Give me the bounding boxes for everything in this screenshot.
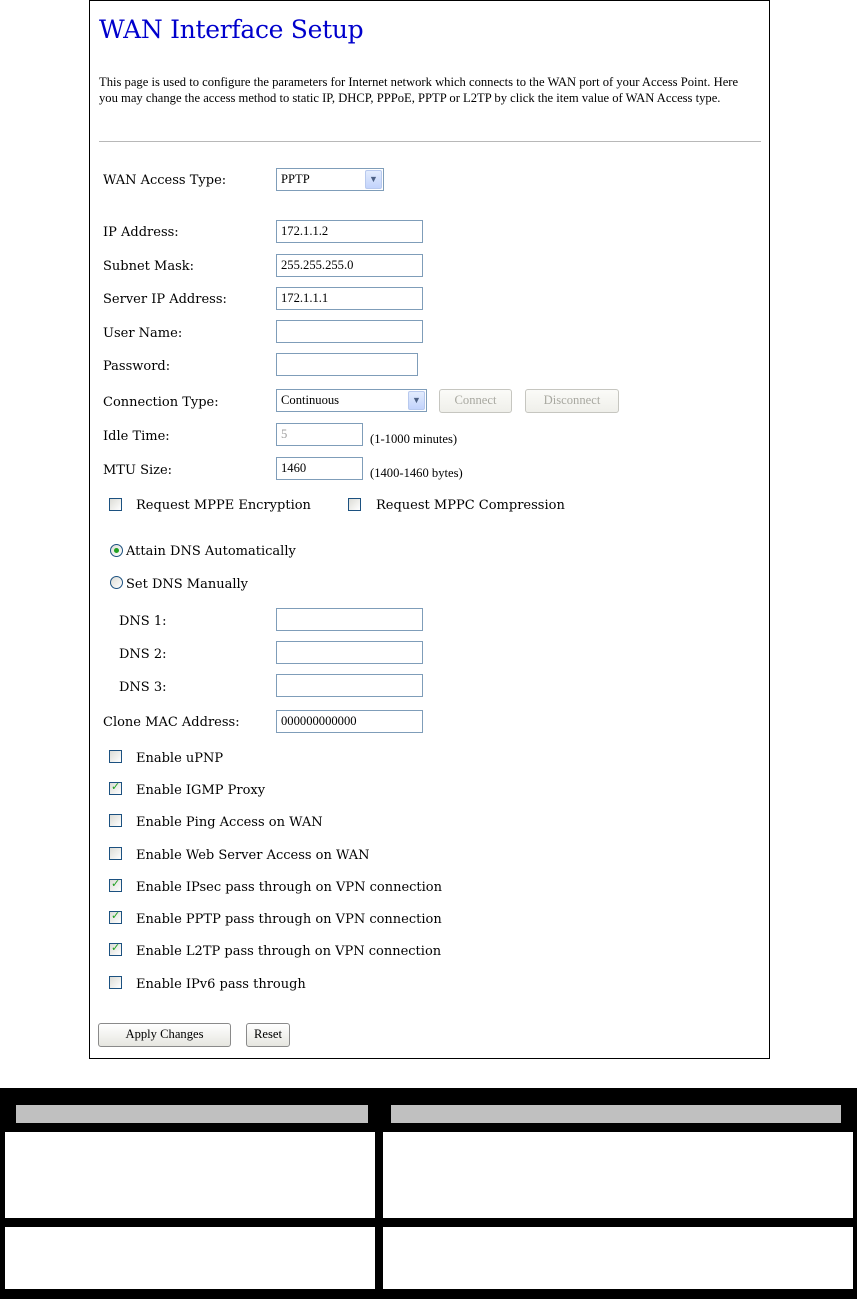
web-server-access-checkbox[interactable] bbox=[109, 847, 122, 860]
page-description: This page is used to configure the param… bbox=[99, 75, 739, 105]
clone-mac-input[interactable]: 000000000000 bbox=[276, 710, 423, 733]
connect-button[interactable]: Connect bbox=[439, 389, 512, 413]
dns2-input[interactable] bbox=[276, 641, 423, 664]
wan-access-type-label: WAN Access Type: bbox=[103, 173, 227, 188]
mtu-size-unit: (1400-1460 bytes) bbox=[370, 466, 463, 480]
divider bbox=[99, 141, 761, 142]
mppc-label: Request MPPC Compression bbox=[376, 498, 565, 513]
mppc-checkbox[interactable] bbox=[348, 498, 361, 511]
password-label: Password: bbox=[103, 359, 171, 374]
table-cell bbox=[383, 1132, 853, 1218]
chevron-down-icon: ▼ bbox=[408, 391, 425, 410]
connection-type-select[interactable]: Continuous ▼ bbox=[276, 389, 427, 412]
dns2-label: DNS 2: bbox=[119, 647, 167, 662]
mppe-label: Request MPPE Encryption bbox=[136, 498, 311, 513]
ipv6-passthrough-label: Enable IPv6 pass through bbox=[136, 977, 306, 992]
ipsec-passthrough-checkbox[interactable] bbox=[109, 877, 122, 892]
upnp-checkbox[interactable] bbox=[109, 750, 122, 763]
wan-setup-screenshot: WAN Interface Setup This page is used to… bbox=[89, 0, 770, 1059]
ipsec-passthrough-label: Enable IPsec pass through on VPN connect… bbox=[136, 880, 442, 895]
idle-time-label: Idle Time: bbox=[103, 429, 170, 444]
clone-mac-label: Clone MAC Address: bbox=[103, 715, 240, 730]
connection-type-label: Connection Type: bbox=[103, 395, 219, 410]
chevron-down-icon: ▼ bbox=[365, 170, 382, 189]
table-header-cell bbox=[391, 1105, 841, 1123]
disconnect-button[interactable]: Disconnect bbox=[525, 389, 619, 413]
ip-address-input[interactable]: 172.1.1.2 bbox=[276, 220, 423, 243]
description-table bbox=[0, 1088, 857, 1299]
table-cell bbox=[5, 1227, 375, 1289]
subnet-mask-label: Subnet Mask: bbox=[103, 259, 195, 274]
dns-auto-radio[interactable] bbox=[110, 544, 123, 557]
table-cell bbox=[383, 1227, 853, 1289]
dns-manual-label: Set DNS Manually bbox=[126, 577, 249, 592]
server-ip-label: Server IP Address: bbox=[103, 292, 227, 307]
pptp-passthrough-checkbox[interactable] bbox=[109, 909, 122, 924]
mppe-checkbox[interactable] bbox=[109, 498, 122, 511]
dns3-label: DNS 3: bbox=[119, 680, 167, 695]
server-ip-input[interactable]: 172.1.1.1 bbox=[276, 287, 423, 310]
wan-access-type-select[interactable]: PPTP ▼ bbox=[276, 168, 384, 191]
ping-access-label: Enable Ping Access on WAN bbox=[136, 815, 323, 830]
table-header-cell bbox=[16, 1105, 368, 1123]
dns-auto-label: Attain DNS Automatically bbox=[126, 544, 296, 559]
mtu-size-label: MTU Size: bbox=[103, 463, 173, 478]
idle-time-unit: (1-1000 minutes) bbox=[370, 432, 458, 446]
wan-access-type-value: PPTP bbox=[281, 172, 310, 186]
page-title: WAN Interface Setup bbox=[99, 15, 364, 44]
ping-access-checkbox[interactable] bbox=[109, 814, 122, 827]
apply-changes-button[interactable]: Apply Changes bbox=[98, 1023, 231, 1047]
reset-button[interactable]: Reset bbox=[246, 1023, 290, 1047]
l2tp-passthrough-checkbox[interactable] bbox=[109, 941, 122, 956]
user-name-input[interactable] bbox=[276, 320, 423, 343]
user-name-label: User Name: bbox=[103, 326, 183, 341]
idle-time-input[interactable]: 5 bbox=[276, 423, 363, 446]
dns1-input[interactable] bbox=[276, 608, 423, 631]
ip-address-label: IP Address: bbox=[103, 225, 179, 240]
password-input[interactable] bbox=[276, 353, 418, 376]
connection-type-value: Continuous bbox=[281, 393, 340, 407]
dns3-input[interactable] bbox=[276, 674, 423, 697]
l2tp-passthrough-label: Enable L2TP pass through on VPN connecti… bbox=[136, 944, 442, 959]
igmp-proxy-checkbox[interactable] bbox=[109, 780, 122, 795]
dns1-label: DNS 1: bbox=[119, 614, 167, 629]
igmp-proxy-label: Enable IGMP Proxy bbox=[136, 783, 266, 798]
subnet-mask-input[interactable]: 255.255.255.0 bbox=[276, 254, 423, 277]
dns-manual-radio[interactable] bbox=[110, 576, 123, 589]
web-server-access-label: Enable Web Server Access on WAN bbox=[136, 848, 370, 863]
pptp-passthrough-label: Enable PPTP pass through on VPN connecti… bbox=[136, 912, 442, 927]
table-cell bbox=[5, 1132, 375, 1218]
mtu-size-input[interactable]: 1460 bbox=[276, 457, 363, 480]
ipv6-passthrough-checkbox[interactable] bbox=[109, 976, 122, 989]
upnp-label: Enable uPNP bbox=[136, 751, 224, 766]
